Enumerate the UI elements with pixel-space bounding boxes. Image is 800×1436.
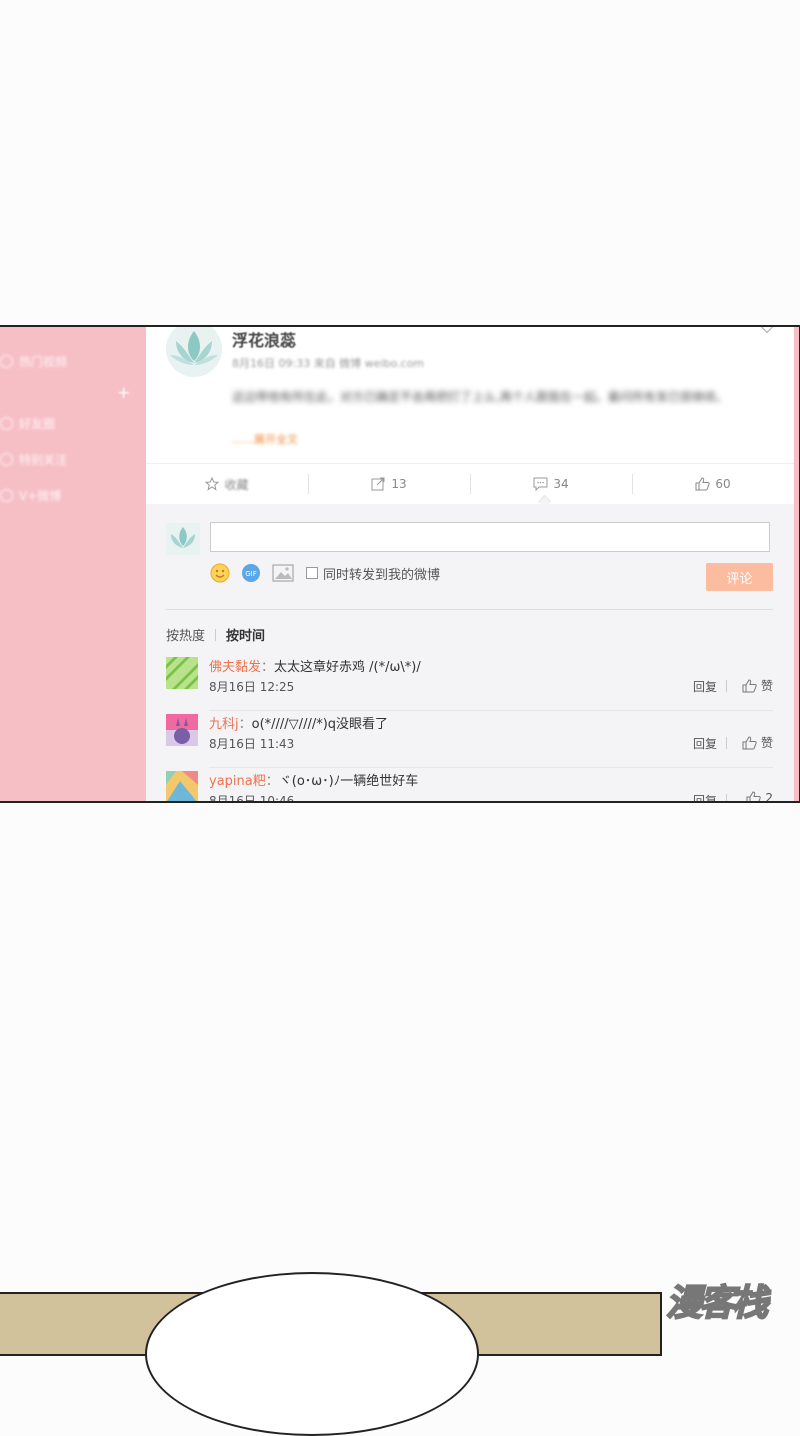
- post-actions: 收藏 13 34 60: [146, 463, 794, 504]
- emoji-icon[interactable]: [210, 563, 230, 583]
- comment-time: 8月16日 11:43: [209, 737, 295, 751]
- image-icon[interactable]: [272, 564, 294, 582]
- sort-separator: [215, 628, 217, 641]
- submit-comment-button[interactable]: 评论: [706, 563, 773, 591]
- composer-tools: GIF 同时转发到我的微博: [210, 563, 440, 583]
- special-follow-icon: [0, 452, 13, 466]
- sidebar-item-label: 特别关注: [19, 452, 68, 467]
- comment-text: o(*////▽////*)q没眼看了: [251, 717, 389, 732]
- comment-input[interactable]: [210, 522, 770, 552]
- sidebar-item-special-follow[interactable]: 特别关注: [0, 449, 67, 469]
- comment-button[interactable]: 34: [470, 464, 632, 504]
- comment-like-button[interactable]: 赞: [742, 677, 773, 694]
- comment-like-button[interactable]: 赞: [742, 734, 773, 751]
- sidebar-item-vplus[interactable]: V+微博: [0, 485, 61, 505]
- comment-time: 8月16日 10:46: [209, 794, 295, 803]
- comment-time: 8月16日 12:25: [209, 680, 295, 694]
- add-group-icon[interactable]: +: [117, 383, 130, 402]
- comment-text: ヾ(o･ω･)ﾉ一辆绝世好车: [278, 774, 419, 789]
- thumbs-up-icon: [742, 735, 757, 749]
- my-avatar[interactable]: [166, 523, 200, 555]
- reply-button[interactable]: 回复: [693, 678, 717, 695]
- sidebar-item-hot-video[interactable]: 热门视频: [0, 351, 67, 371]
- comment-item: yapina粑：ヾ(o･ω･)ﾉ一辆绝世好车 8月16日 10:46 回复 2: [166, 768, 773, 803]
- also-repost-label: 同时转发到我的微博: [323, 567, 441, 583]
- weibo-post: 浮花浪蕊 8月16日 09:33 来自 微博 weibo.com 这边带他有所在…: [146, 327, 794, 463]
- site-watermark: 漫客栈: [665, 1282, 769, 1325]
- thumbs-up-icon: [746, 791, 762, 801]
- reply-button[interactable]: 回复: [693, 792, 717, 801]
- post-text: 这边带他有所在此，对方已确定不会再把打了上么,再个人跟我在一起。最问所有发已很继…: [232, 390, 728, 404]
- thumbs-up-icon: [742, 678, 757, 692]
- thumbs-up-icon: [695, 477, 711, 491]
- also-repost-checkbox[interactable]: [306, 567, 318, 579]
- lotus-avatar[interactable]: [166, 327, 222, 377]
- user-avatar[interactable]: [166, 657, 198, 689]
- comment-text: 太太这章好赤鸡 /(*/ω\*)/: [274, 660, 421, 675]
- sidebar-item-label: V+微博: [19, 488, 62, 503]
- sidebar-item-friends[interactable]: 好友圈: [0, 413, 55, 433]
- comment-username[interactable]: 佛夫黏发: [209, 660, 261, 675]
- friends-icon: [0, 416, 13, 430]
- sort-by-time[interactable]: 按时间: [226, 625, 265, 644]
- user-avatar[interactable]: [166, 714, 198, 746]
- gif-icon[interactable]: GIF: [240, 563, 262, 583]
- sidebar-item-label: 好友圈: [19, 416, 56, 431]
- comment-item: 九科j：o(*////▽////*)q没眼看了 8月16日 11:43 回复 赞: [166, 711, 773, 768]
- post-author[interactable]: 浮花浪蕊: [232, 327, 296, 351]
- post-meta: 8月16日 09:33 来自 微博 weibo.com: [232, 357, 425, 370]
- comment-username[interactable]: yapina粑: [209, 774, 266, 789]
- sort-by-hot[interactable]: 按热度: [166, 625, 205, 644]
- vplus-icon: [0, 488, 13, 502]
- chevron-down-icon[interactable]: [759, 327, 775, 334]
- like-button[interactable]: 60: [632, 464, 794, 504]
- reply-button[interactable]: 回复: [693, 735, 717, 752]
- comment-item: 佛夫黏发：太太这章好赤鸡 /(*/ω\*)/ 8月16日 12:25 回复 赞: [166, 654, 773, 711]
- svg-text:GIF: GIF: [245, 570, 257, 578]
- comment-like-button[interactable]: 2: [746, 791, 773, 801]
- sidebar-item-label: 热门视频: [19, 354, 68, 369]
- user-avatar[interactable]: [166, 771, 198, 803]
- repost-icon: [371, 477, 385, 491]
- divider: [166, 609, 773, 610]
- comment-sort: 按热度 按时间: [166, 625, 265, 644]
- favorite-button[interactable]: 收藏: [146, 464, 308, 504]
- expand-link[interactable]: ……展开全文: [232, 431, 298, 447]
- weibo-screenshot-frame: 热门视频 + 好友圈 特别关注 V+微博 浮花浪蕊 8月16日 09:33 来自…: [0, 325, 800, 803]
- comment-username[interactable]: 九科j: [209, 717, 239, 732]
- comment-icon: [533, 477, 548, 491]
- speech-bubble: [145, 1272, 479, 1436]
- star-icon: [205, 477, 220, 491]
- repost-button[interactable]: 13: [308, 464, 470, 504]
- sidebar: 热门视频 + 好友圈 特别关注 V+微博: [0, 327, 146, 801]
- right-strip: [794, 327, 799, 801]
- video-icon: [0, 354, 13, 368]
